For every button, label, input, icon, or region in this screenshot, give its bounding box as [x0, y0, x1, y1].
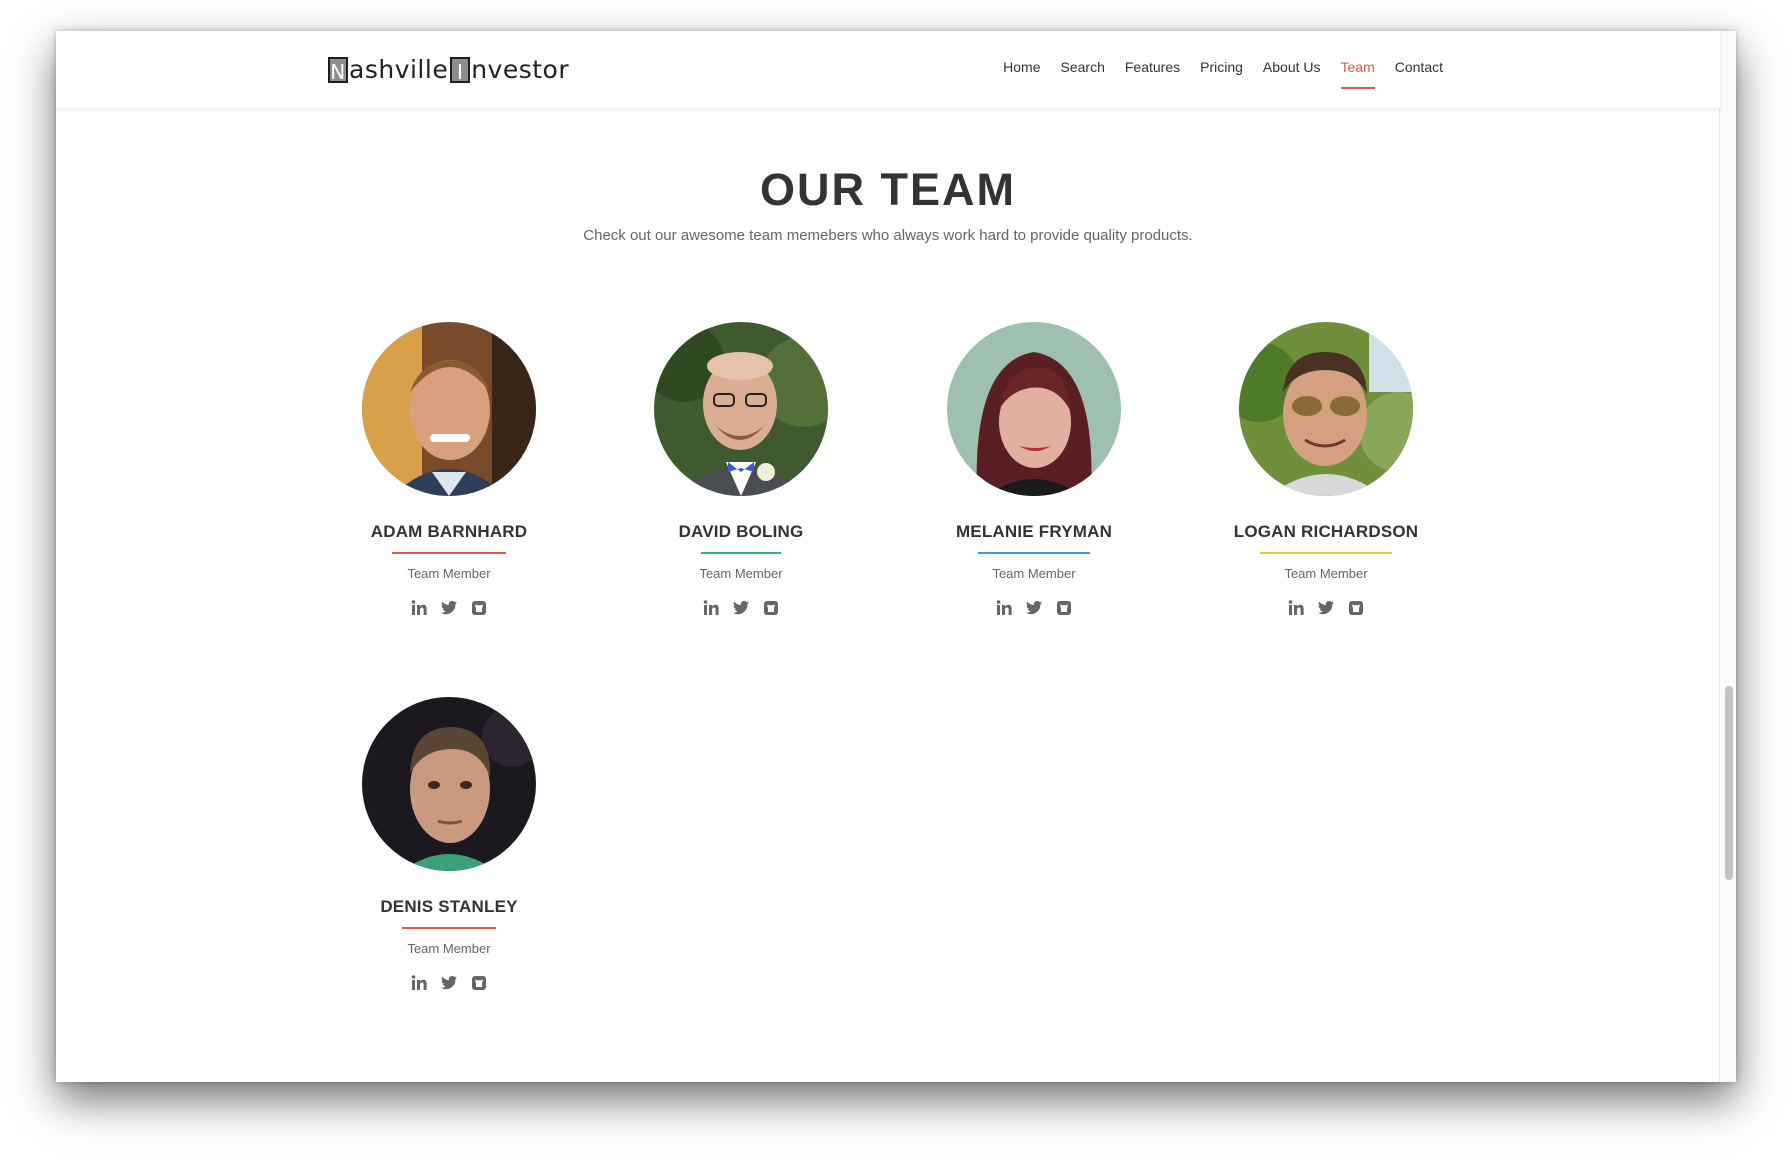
social-links	[329, 599, 569, 617]
nav-link-about-us[interactable]: About Us	[1263, 59, 1321, 81]
member-role: Team Member	[992, 566, 1076, 581]
avatar	[654, 322, 828, 496]
member-accent-line	[392, 552, 506, 554]
twitter-icon[interactable]	[440, 599, 458, 617]
nav-link-search[interactable]: Search	[1061, 59, 1105, 81]
member-role: Team Member	[1284, 566, 1368, 581]
twitter-icon[interactable]	[1025, 599, 1043, 617]
member-role: Team Member	[699, 566, 783, 581]
linkedin-icon[interactable]	[702, 599, 720, 617]
logo-text: nvestor	[471, 55, 570, 84]
linkedin-icon[interactable]	[410, 599, 428, 617]
main-nav: Home Search Features Pricing About Us Te…	[1003, 59, 1443, 89]
member-photo	[362, 322, 536, 496]
member-name: ADAM BARNHARD	[370, 522, 528, 541]
social-links	[1206, 599, 1446, 617]
nav-link-team[interactable]: Team	[1340, 59, 1375, 89]
twitter-icon[interactable]	[440, 974, 458, 992]
social-links	[914, 599, 1154, 617]
member-photo	[947, 322, 1121, 496]
nav-link-contact[interactable]: Contact	[1395, 59, 1443, 81]
nav-link-pricing[interactable]: Pricing	[1200, 59, 1243, 81]
team-member-card: LOGAN RICHARDSON Team Member	[1206, 322, 1446, 617]
site-logo[interactable]: N ashville I nvestor	[328, 55, 569, 84]
linkedin-icon[interactable]	[1287, 599, 1305, 617]
avatar	[947, 322, 1121, 496]
member-name: LOGAN RICHARDSON	[1233, 522, 1419, 541]
team-member-card: DAVID BOLING Team Member	[621, 322, 861, 617]
team-member-card: DENIS STANLEY Team Member	[329, 697, 569, 992]
member-name: DENIS STANLEY	[380, 897, 518, 916]
top-navbar: N ashville I nvestor Home Search Feature…	[56, 31, 1720, 108]
browser-window: N ashville I nvestor Home Search Feature…	[56, 31, 1736, 1082]
member-accent-line	[978, 552, 1090, 554]
social-links	[621, 599, 861, 617]
github-icon[interactable]	[470, 974, 488, 992]
team-member-card: MELANIE FRYMAN Team Member	[914, 322, 1154, 617]
github-icon[interactable]	[762, 599, 780, 617]
twitter-icon[interactable]	[1317, 599, 1335, 617]
nav-link-features[interactable]: Features	[1125, 59, 1180, 81]
github-icon[interactable]	[470, 599, 488, 617]
member-accent-line	[1260, 552, 1392, 554]
team-section-title: OUR TEAM	[760, 164, 1016, 215]
linkedin-icon[interactable]	[410, 974, 428, 992]
vertical-scrollbar[interactable]	[1719, 31, 1736, 1082]
github-icon[interactable]	[1055, 599, 1073, 617]
member-name: MELANIE FRYMAN	[955, 522, 1113, 541]
logo-letter-box: I	[450, 56, 471, 84]
linkedin-icon[interactable]	[995, 599, 1013, 617]
member-role: Team Member	[407, 941, 491, 956]
avatar	[362, 322, 536, 496]
github-icon[interactable]	[1347, 599, 1365, 617]
member-photo	[1239, 322, 1413, 496]
nav-link-home[interactable]: Home	[1003, 59, 1040, 81]
scrollbar-thumb[interactable]	[1725, 686, 1733, 880]
twitter-icon[interactable]	[732, 599, 750, 617]
member-name: DAVID BOLING	[678, 522, 804, 541]
team-section-subtitle: Check out our awesome team memebers who …	[583, 227, 1193, 244]
team-member-card: ADAM BARNHARD Team Member	[329, 322, 569, 617]
avatar	[1239, 322, 1413, 496]
member-role: Team Member	[407, 566, 491, 581]
member-accent-line	[701, 552, 781, 554]
member-photo	[654, 322, 828, 496]
social-links	[329, 974, 569, 992]
avatar	[362, 697, 536, 871]
member-photo	[362, 697, 536, 871]
member-accent-line	[402, 927, 496, 929]
logo-text: ashville	[349, 55, 449, 84]
logo-letter-box: N	[328, 56, 348, 84]
